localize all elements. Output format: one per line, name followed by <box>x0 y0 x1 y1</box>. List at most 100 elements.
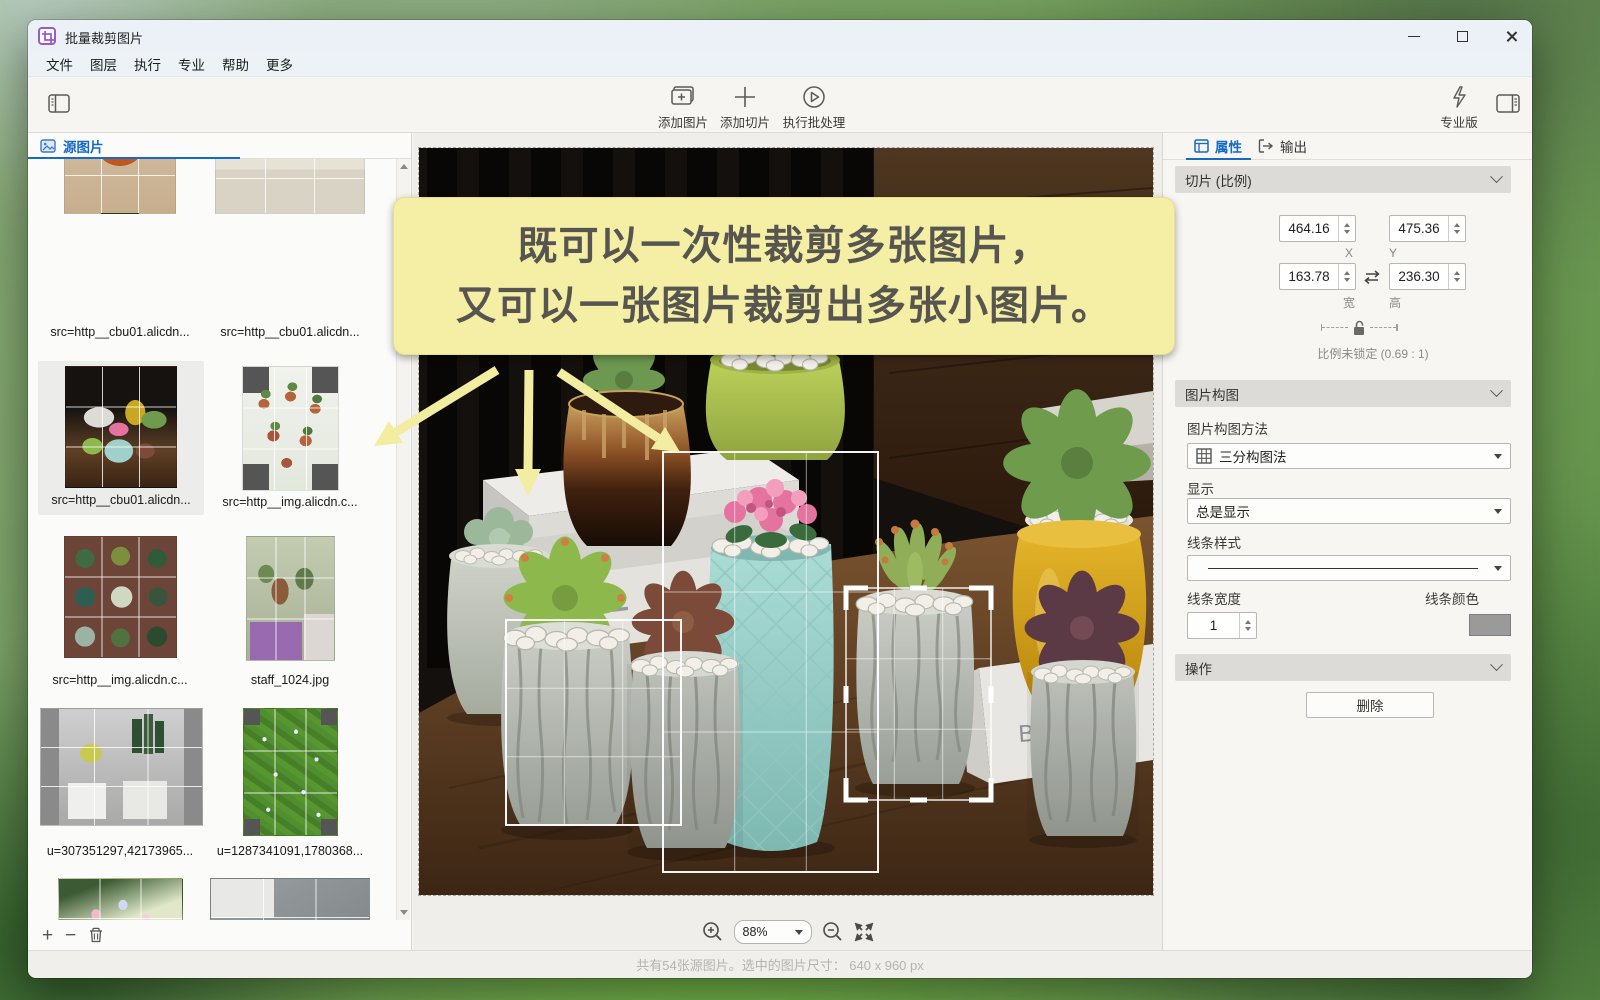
line-width-spinner[interactable] <box>1187 612 1257 639</box>
spin-down-icon <box>1344 230 1350 234</box>
width-label: 宽 <box>1343 294 1355 311</box>
zoom-level-select[interactable]: 88% <box>734 920 812 944</box>
menu-item-execute[interactable]: 执行 <box>134 54 161 74</box>
height-label: 高 <box>1389 294 1401 311</box>
slice-height-input[interactable] <box>1390 264 1448 289</box>
right-panel-toggle-button[interactable] <box>1496 94 1520 119</box>
spin-up-icon <box>1245 620 1251 624</box>
thumbnail-caption: src=http__img.alicdn.c... <box>28 673 212 690</box>
section-actions-title: 操作 <box>1185 658 1212 678</box>
section-actions[interactable]: 操作 <box>1175 654 1511 681</box>
zoom-out-button[interactable] <box>822 921 844 943</box>
properties-tab-bar: 属性 输出 <box>1163 133 1532 160</box>
spinner-buttons[interactable] <box>1239 613 1256 638</box>
fit-screen-button[interactable] <box>854 922 874 942</box>
zoom-in-button[interactable] <box>702 921 724 943</box>
remove-source-button[interactable]: − <box>65 926 76 945</box>
tab-properties[interactable]: 属性 <box>1194 133 1242 159</box>
thumbnail-caption: staff_1024.jpg <box>205 673 375 690</box>
chevron-down-icon <box>1490 170 1503 183</box>
line-color-swatch[interactable] <box>1469 614 1511 636</box>
line-style-label: 线条样式 <box>1187 532 1241 552</box>
export-icon <box>1258 139 1274 153</box>
pro-version-button[interactable]: 专业版 <box>1424 84 1494 131</box>
maximize-button[interactable] <box>1447 24 1477 48</box>
slice-height-spinner[interactable] <box>1389 263 1466 290</box>
status-text: 共有54张源图片。选中的图片尺寸： 640 x 960 px <box>636 955 924 974</box>
spin-down-icon <box>1454 230 1460 234</box>
thumbnail-image-selected[interactable] <box>65 366 177 488</box>
section-slice-ratio-title: 切片 (比例) <box>1185 170 1252 190</box>
chevron-down-icon <box>1490 384 1503 397</box>
scroll-up-button[interactable] <box>397 159 410 174</box>
menu-item-pro[interactable]: 专业 <box>178 54 205 74</box>
line-width-input[interactable] <box>1188 613 1239 638</box>
lock-dash <box>1370 327 1396 328</box>
tab-properties-label: 属性 <box>1215 136 1242 156</box>
scroll-down-button[interactable] <box>397 905 410 920</box>
composition-method-select[interactable]: 三分构图法 <box>1187 443 1511 469</box>
thumbnail-image[interactable] <box>58 878 183 920</box>
menu-item-layer[interactable]: 图层 <box>90 54 117 74</box>
section-slice-ratio[interactable]: 切片 (比例) <box>1175 166 1511 193</box>
status-bar: 共有54张源图片。选中的图片尺寸： 640 x 960 px <box>28 950 1532 978</box>
spinner-buttons[interactable] <box>1338 264 1355 289</box>
thumbnail-list: src=http__cbu01.alicdn... src=http__cbu0… <box>28 159 397 920</box>
thumbnail-image[interactable] <box>215 159 365 214</box>
title-bar: 批量裁剪图片 <box>28 20 1532 52</box>
ratio-note: 比例未锁定 (0.69 : 1) <box>1273 345 1473 362</box>
menu-item-more[interactable]: 更多 <box>266 54 293 74</box>
section-composition[interactable]: 图片构图 <box>1175 380 1511 407</box>
delete-source-button[interactable] <box>88 926 104 944</box>
composition-method-label: 图片构图方法 <box>1187 418 1268 438</box>
menu-item-help[interactable]: 帮助 <box>222 54 249 74</box>
pro-version-label: 专业版 <box>1440 112 1478 131</box>
slice-width-spinner[interactable] <box>1279 263 1356 290</box>
menu-item-file[interactable]: 文件 <box>46 54 73 74</box>
thumbnail-image[interactable] <box>246 536 335 661</box>
thumbnail-image[interactable] <box>64 536 177 658</box>
delete-slice-button[interactable]: 删除 <box>1306 692 1434 718</box>
spinner-buttons[interactable] <box>1448 216 1465 241</box>
slice-width-input[interactable] <box>1280 264 1338 289</box>
run-batch-label: 执行批处理 <box>783 112 846 131</box>
thumbnail-image[interactable] <box>242 366 339 491</box>
run-batch-button[interactable]: 执行批处理 <box>769 84 859 131</box>
minimize-button[interactable] <box>1399 24 1429 48</box>
spinner-buttons[interactable] <box>1338 216 1355 241</box>
callout-line-2: 又可以一张图片裁剪出多张小图片。 <box>456 276 1112 336</box>
display-value: 总是显示 <box>1196 501 1250 521</box>
zoom-controls: 88% <box>702 919 874 945</box>
spinner-buttons[interactable] <box>1448 264 1465 289</box>
sidebar-right-icon <box>1496 94 1520 114</box>
image-icon <box>40 139 56 153</box>
thumbnail-image[interactable] <box>40 708 203 826</box>
chevron-down-icon <box>1490 658 1503 671</box>
swap-width-height-icon[interactable] <box>1362 269 1382 285</box>
thumbnail-image[interactable] <box>210 878 370 920</box>
add-source-button[interactable]: + <box>42 926 53 945</box>
thumbnail-image[interactable] <box>64 159 176 214</box>
slice-x-spinner[interactable] <box>1279 215 1356 242</box>
source-list-footer: + − <box>28 920 411 950</box>
thumbnail-image[interactable] <box>243 708 338 836</box>
slice-y-spinner[interactable] <box>1389 215 1466 242</box>
left-panel-toggle-button[interactable] <box>48 94 70 119</box>
chevron-down-icon <box>1494 454 1502 459</box>
tab-output[interactable]: 输出 <box>1258 133 1307 159</box>
tab-source-images[interactable]: 源图片 <box>28 136 104 156</box>
line-width-label: 线条宽度 <box>1187 588 1241 608</box>
composition-method-value: 三分构图法 <box>1219 446 1287 466</box>
line-style-select[interactable] <box>1187 555 1511 581</box>
ratio-lock-indicator[interactable] <box>1321 319 1398 336</box>
display-select[interactable]: 总是显示 <box>1187 498 1511 524</box>
chevron-down-icon <box>1494 566 1502 571</box>
add-slice-icon <box>732 84 758 110</box>
spin-down-icon <box>1344 278 1350 282</box>
slice-x-input[interactable] <box>1280 216 1338 241</box>
close-button[interactable] <box>1496 24 1526 48</box>
app-window: 批量裁剪图片 文件 图层 执行 专业 帮助 更多 <box>28 20 1532 978</box>
thumbnail-caption: src=http__img.alicdn.c... <box>205 495 375 512</box>
slice-y-input[interactable] <box>1390 216 1448 241</box>
thirds-grid-icon <box>1196 448 1212 464</box>
